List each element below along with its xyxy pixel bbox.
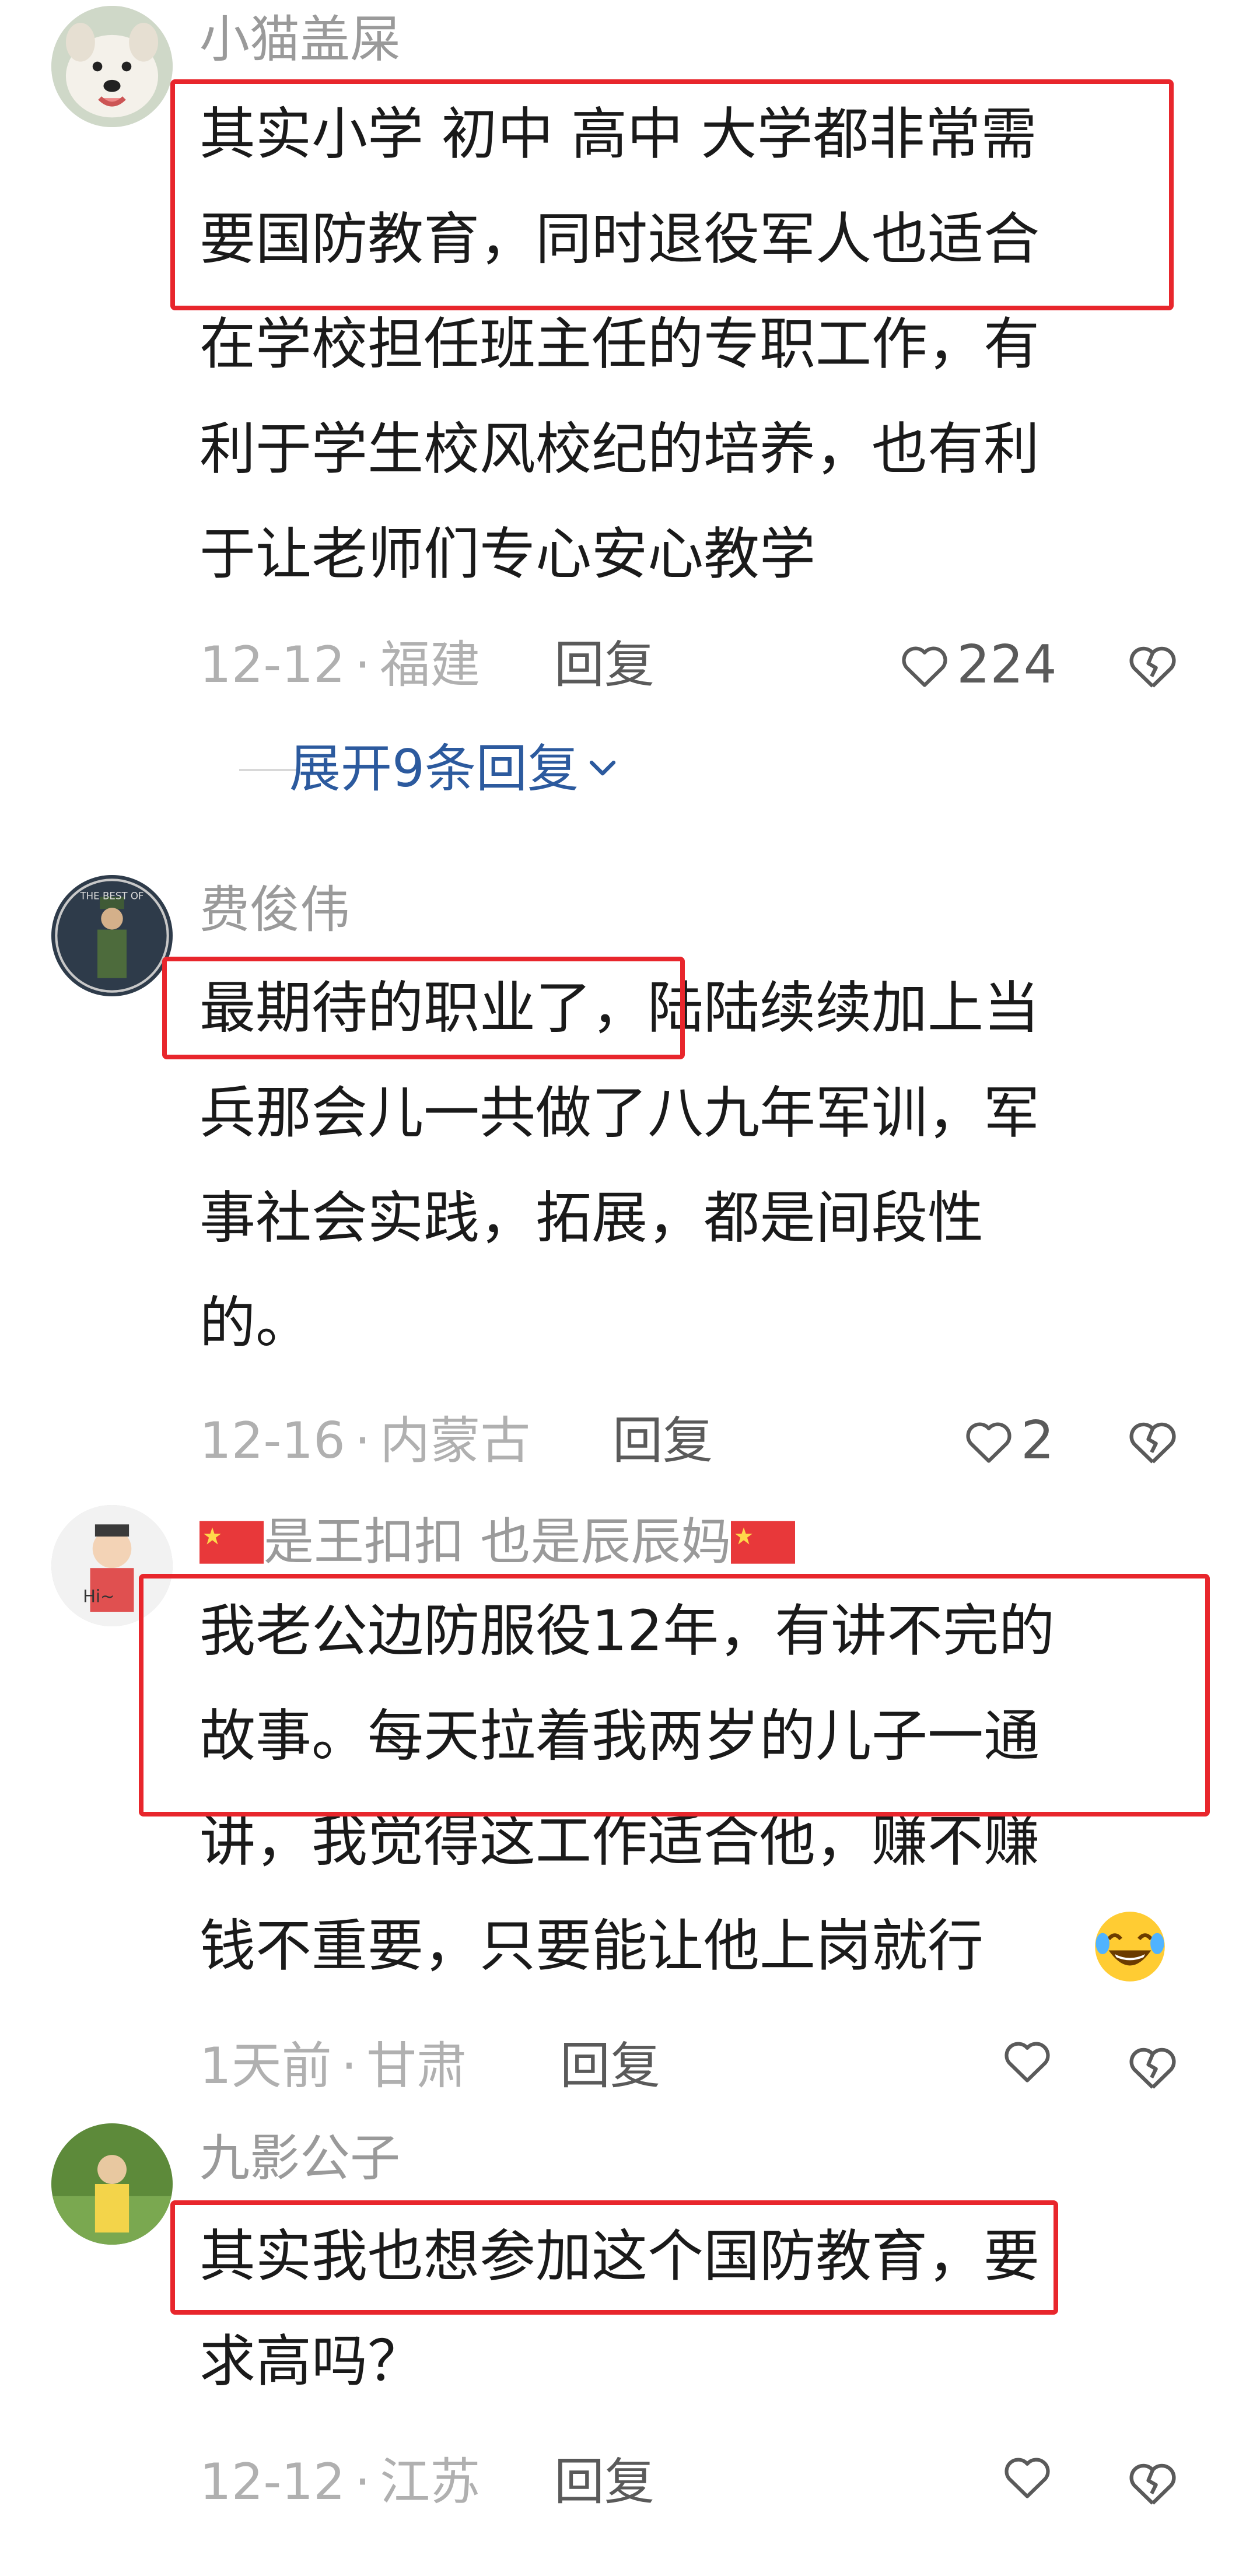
heart-outline-icon <box>1001 2037 1054 2084</box>
comment-date: 1天前 <box>200 2037 332 2095</box>
dog-avatar-icon <box>51 6 173 127</box>
expand-replies-label: 展开9条回复 <box>289 738 579 799</box>
comment-meta: 12-16 · 内蒙古 <box>200 1412 530 1470</box>
comment-text-line: 故事。每天拉着我两岁的儿子一通 <box>200 1703 1040 1769</box>
comment-location: 江苏 <box>380 2453 481 2511</box>
avatar[interactable]: THE BEST OF <box>51 875 173 996</box>
like-count: 2 <box>1021 1410 1055 1471</box>
person-outdoor-avatar-icon <box>51 2123 173 2245</box>
dislike-button[interactable] <box>1126 2459 1180 2507</box>
broken-heart-icon <box>1126 642 1180 690</box>
child-avatar-icon: Hi~ <box>51 1505 173 1626</box>
like-count: 224 <box>957 634 1057 695</box>
divider <box>239 769 298 771</box>
comment-meta: 12-12 · 福建 <box>200 636 480 694</box>
reply-button[interactable]: 回复 <box>560 2037 660 2095</box>
chevron-down-icon <box>587 757 618 780</box>
soldier-avatar-icon: THE BEST OF <box>51 875 173 996</box>
comment-location: 内蒙古 <box>380 1412 531 1470</box>
comment-location: 甘肃 <box>366 2037 467 2095</box>
comment-text-line: 其实小学 初中 高中 大学都非常需 <box>200 102 1037 167</box>
like-button[interactable] <box>1001 2037 1059 2084</box>
avatar[interactable] <box>51 2123 173 2245</box>
comment-text-line: 求高吗？ <box>200 2329 424 2394</box>
laughing-crying-emoji-icon <box>1095 1912 1165 1982</box>
username[interactable]: 费俊伟 <box>200 881 350 939</box>
china-flag-icon <box>200 1520 264 1564</box>
username[interactable]: 小猫盖屎 <box>200 10 400 69</box>
comment-text-line: 要国防教育，同时退役军人也适合 <box>200 206 1040 272</box>
comment-text-line: 兵那会儿一共做了八九年军训，军 <box>200 1080 1040 1146</box>
reply-button[interactable]: 回复 <box>612 1412 713 1470</box>
username[interactable]: 九影公子 <box>200 2129 400 2188</box>
dislike-button[interactable] <box>1126 2043 1180 2091</box>
comment-text-line: 利于学生校风校纪的培养，也有利 <box>200 416 1040 482</box>
meta-separator: · <box>341 2037 358 2095</box>
like-button[interactable]: 224 <box>898 636 1057 694</box>
avatar[interactable] <box>51 6 173 127</box>
comment-meta: 1天前 · 甘肃 <box>200 2037 467 2095</box>
svg-text:THE BEST OF: THE BEST OF <box>80 891 144 902</box>
comment-date: 12-12 <box>200 636 345 694</box>
broken-heart-icon <box>1126 2459 1180 2507</box>
comment-text-line: 于让老师们专心安心教学 <box>200 522 816 587</box>
meta-separator: · <box>354 1412 371 1470</box>
comment-text-line: 钱不重要，只要能让他上岗就行 <box>200 1913 984 1979</box>
dislike-button[interactable] <box>1126 1418 1180 1465</box>
comment-date: 12-16 <box>200 1412 345 1470</box>
heart-outline-icon <box>963 1418 1015 1464</box>
comment-text-line: 在学校担任班主任的专职工作，有 <box>200 312 1040 377</box>
comment-list: 小猫盖屎 其实小学 初中 高中 大学都非常需 要国防教育，同时退役军人也适合 在… <box>0 0 1260 2576</box>
china-flag-icon <box>731 1520 796 1564</box>
like-button[interactable]: 2 <box>963 1412 1054 1470</box>
expand-replies-button[interactable]: 展开9条回复 <box>289 740 618 798</box>
meta-separator: · <box>354 2453 371 2511</box>
comment-text-line: 讲，我觉得这工作适合他，赚不赚 <box>200 1808 1040 1874</box>
heart-outline-icon <box>898 642 951 688</box>
broken-heart-icon <box>1126 2043 1180 2091</box>
like-button[interactable] <box>1001 2453 1059 2500</box>
meta-separator: · <box>354 636 371 694</box>
comment-text-line: 事社会实践，拓展，都是间段性 <box>200 1185 984 1251</box>
broken-heart-icon <box>1126 1418 1180 1465</box>
avatar[interactable]: Hi~ <box>51 1505 173 1626</box>
comment-text-line: 最期待的职业了，陆陆续续加上当 <box>200 975 1040 1041</box>
heart-outline-icon <box>1001 2453 1054 2500</box>
comment-meta: 12-12 · 江苏 <box>200 2453 480 2511</box>
username[interactable]: 是王扣扣 也是辰辰妈 <box>264 1513 731 1572</box>
comment-text-line: 其实我也想参加这个国防教育，要 <box>200 2224 1040 2289</box>
dislike-button[interactable] <box>1126 642 1180 690</box>
comment-text-line: 我老公边防服役12年，有讲不完的 <box>200 1598 1055 1664</box>
comment-text-line: 的。 <box>200 1290 312 1356</box>
svg-text:Hi~: Hi~ <box>83 1586 114 1606</box>
reply-button[interactable]: 回复 <box>554 2453 654 2511</box>
username-row: 是王扣扣 也是辰辰妈 <box>200 1510 796 1572</box>
reply-button[interactable]: 回复 <box>554 636 654 694</box>
comment-date: 12-12 <box>200 2453 345 2511</box>
comment-location: 福建 <box>380 636 481 694</box>
